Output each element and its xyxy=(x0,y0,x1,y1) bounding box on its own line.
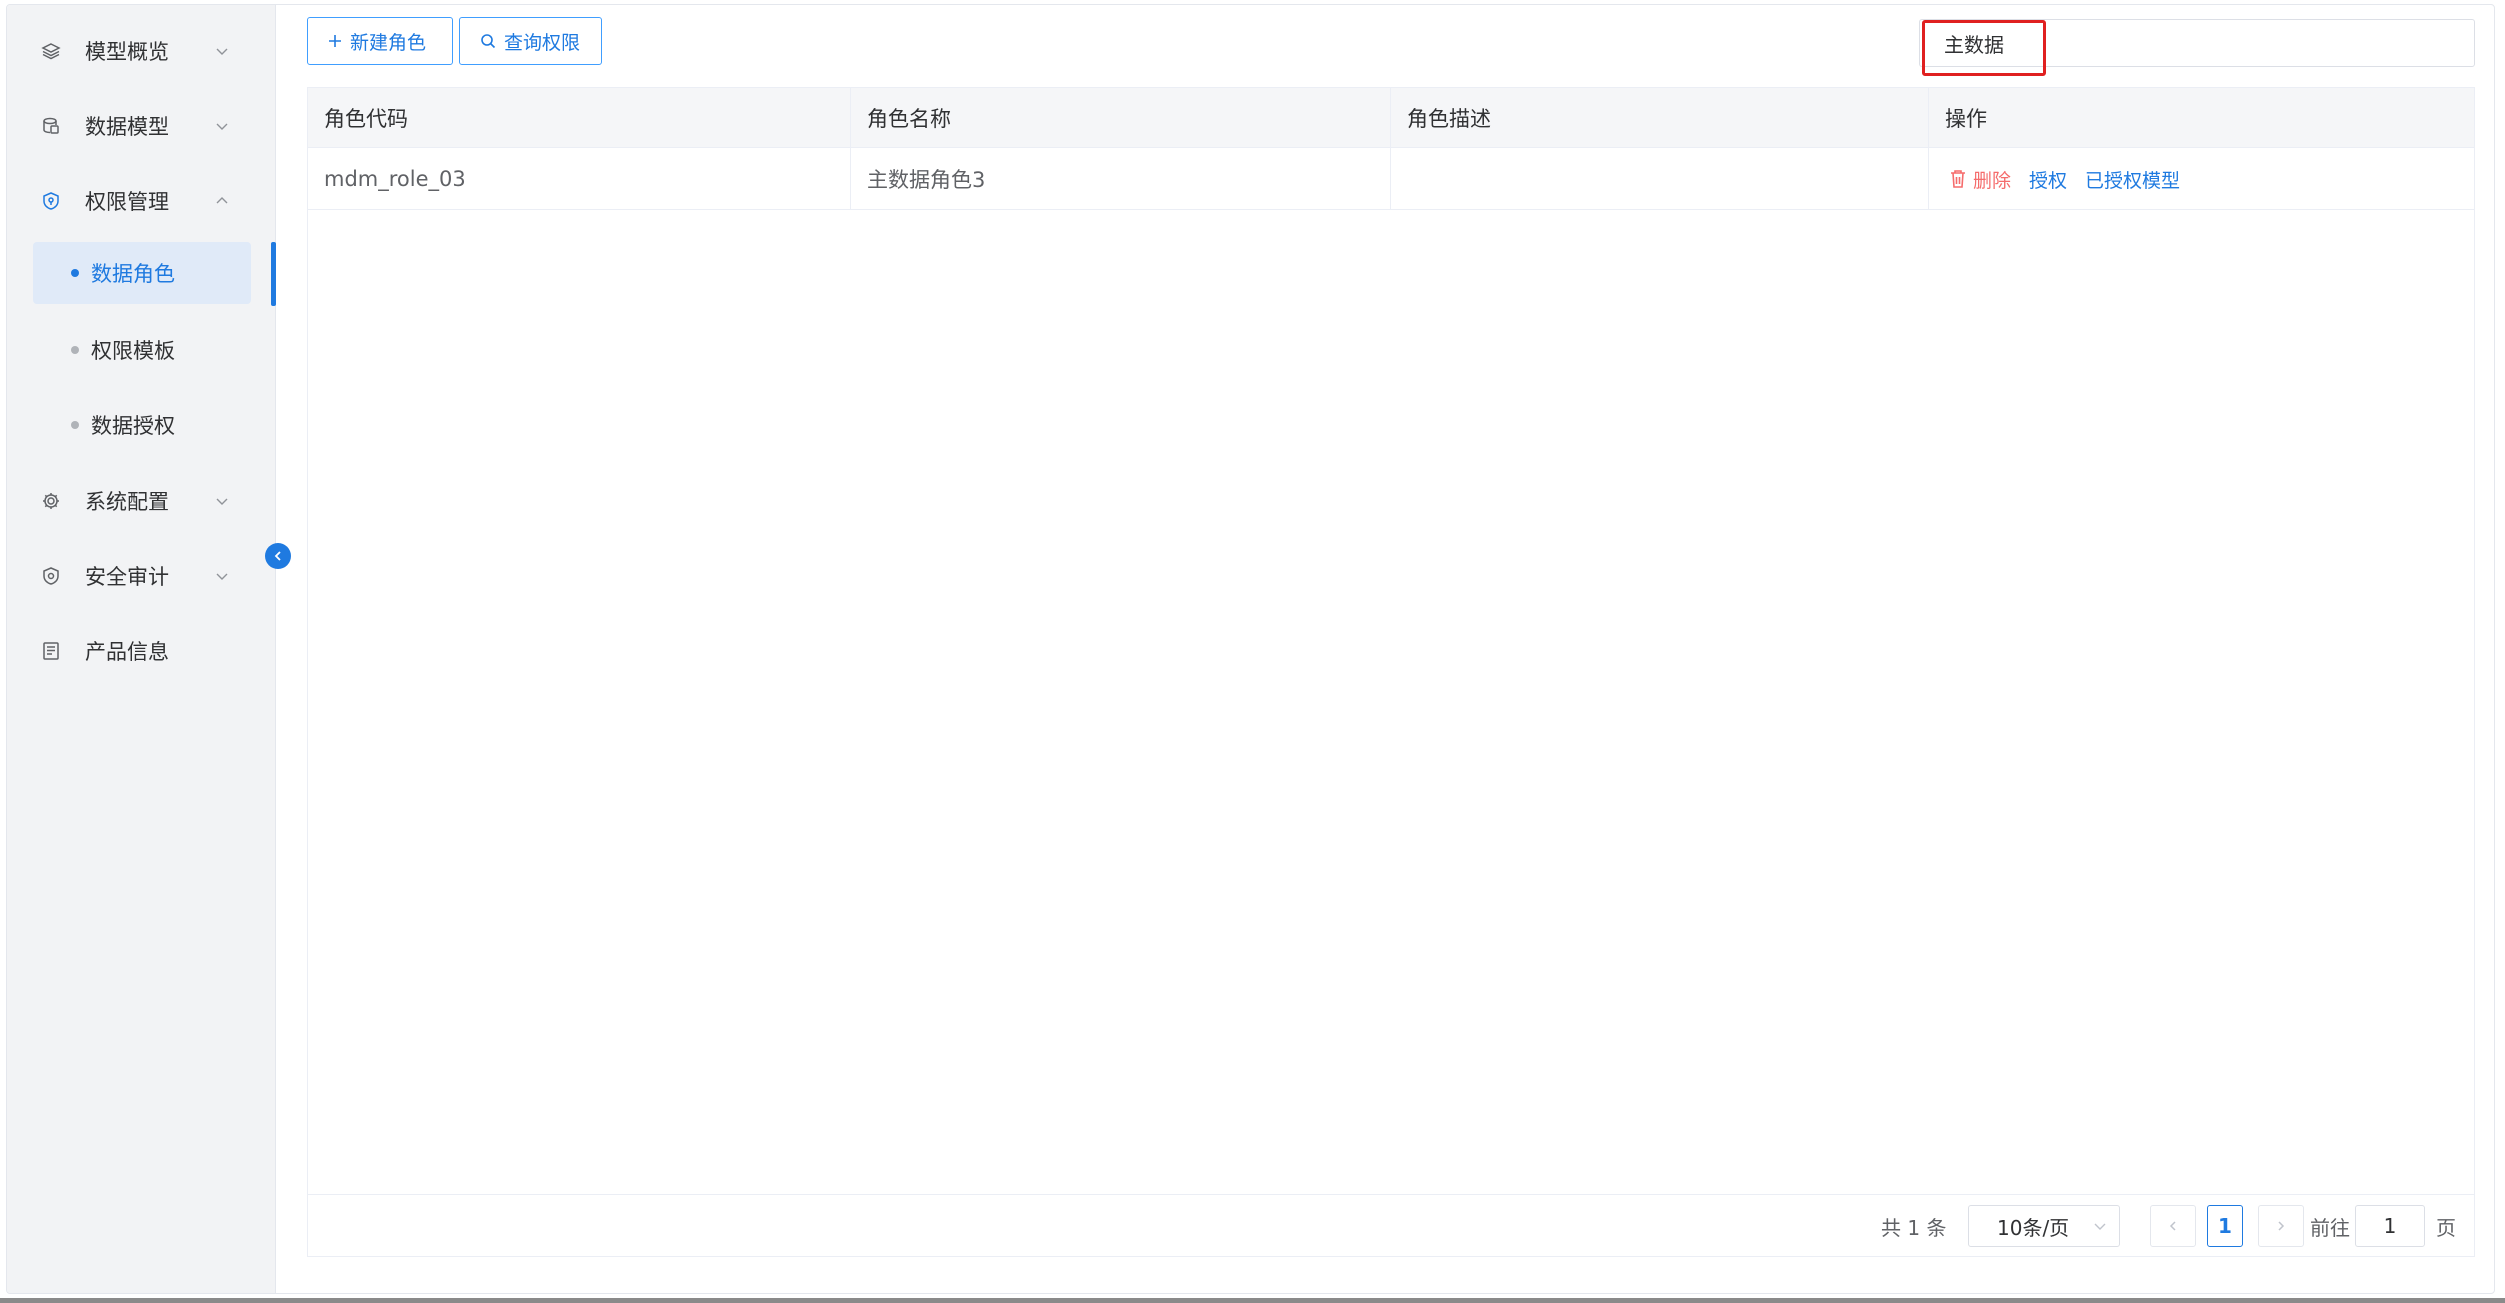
menu-item-product-info[interactable]: 产品信息 xyxy=(7,621,276,681)
menu-item-system-config[interactable]: 系统配置 xyxy=(7,471,276,531)
cell-actions: 删除 授权 已授权模型 xyxy=(1929,148,2476,210)
main-content: 新建角色 查询权限 角色代码 角色名称 角色描述 操作 mdm_role_03 … xyxy=(307,17,2475,1257)
query-permission-button[interactable]: 查询权限 xyxy=(459,17,602,65)
query-permission-label: 查询权限 xyxy=(504,31,581,54)
menu-item-data-model[interactable]: 数据模型 xyxy=(7,96,276,156)
chevron-down-icon xyxy=(213,42,231,60)
menu-item-permission-management[interactable]: 权限管理 xyxy=(7,171,276,231)
document-icon xyxy=(39,639,63,663)
authorized-models-link[interactable]: 已授权模型 xyxy=(2085,166,2180,193)
menu-label: 产品信息 xyxy=(85,640,169,664)
active-indicator xyxy=(271,242,276,306)
submenu-item-data-authorization[interactable]: 数据授权 xyxy=(33,394,251,456)
pagination: 共 1 条 10条/页 1 前往 页 xyxy=(308,1194,2474,1256)
menu-label: 权限管理 xyxy=(85,190,169,214)
shield-icon xyxy=(39,189,63,213)
delete-button[interactable]: 删除 xyxy=(1949,166,2011,193)
gear-icon xyxy=(39,489,63,513)
role-table: 角色代码 角色名称 角色描述 操作 mdm_role_03 主数据角色3 删除 … xyxy=(307,87,2475,1257)
next-page-button[interactable] xyxy=(2258,1205,2304,1247)
submenu-label: 数据授权 xyxy=(91,414,175,438)
chevron-left-icon xyxy=(2169,1221,2176,1231)
chevron-left-icon xyxy=(274,551,281,561)
table-row: mdm_role_03 主数据角色3 删除 授权 已授权模型 xyxy=(308,148,2474,210)
window-bottom-edge xyxy=(0,1298,2505,1303)
bullet-icon xyxy=(71,269,79,277)
authorize-link[interactable]: 授权 xyxy=(2029,166,2067,193)
submenu-item-data-role[interactable]: 数据角色 xyxy=(33,242,251,304)
cell-role-code: mdm_role_03 xyxy=(308,148,851,210)
audit-shield-icon xyxy=(39,564,63,588)
menu-label: 模型概览 xyxy=(85,40,169,64)
table-header: 角色代码 角色名称 角色描述 操作 xyxy=(308,88,2474,148)
cell-role-name: 主数据角色3 xyxy=(851,148,1391,210)
chevron-down-icon xyxy=(213,567,231,585)
chevron-down-icon xyxy=(2093,1214,2107,1238)
plus-icon xyxy=(329,35,341,47)
bullet-icon xyxy=(71,346,79,354)
chevron-right-icon xyxy=(2278,1221,2285,1231)
chevron-down-icon xyxy=(213,117,231,135)
layers-icon xyxy=(39,39,63,63)
trash-icon xyxy=(1951,170,1965,188)
goto-suffix: 页 xyxy=(2436,1215,2456,1240)
submenu-label: 数据角色 xyxy=(91,262,175,286)
menu-label: 数据模型 xyxy=(85,115,169,139)
menu-label: 安全审计 xyxy=(85,565,169,589)
delete-label: 删除 xyxy=(1973,169,2012,192)
database-icon xyxy=(39,114,63,138)
new-role-button[interactable]: 新建角色 xyxy=(307,17,453,65)
prev-page-button[interactable] xyxy=(2150,1205,2196,1247)
search-box xyxy=(1919,19,2475,67)
bullet-icon xyxy=(71,421,79,429)
chevron-down-icon xyxy=(213,492,231,510)
menu-item-security-audit[interactable]: 安全审计 xyxy=(7,546,276,606)
menu-item-model-overview[interactable]: 模型概览 xyxy=(7,21,276,81)
app-frame: 模型概览 数据模型 权限管理 数据角色 权限模板 数据授权 系统配置 安全审计 … xyxy=(6,4,2495,1294)
menu-label: 系统配置 xyxy=(85,490,169,514)
cell-role-description xyxy=(1391,148,1929,210)
goto-prefix: 前往 xyxy=(2310,1215,2350,1240)
column-header-role-code: 角色代码 xyxy=(308,88,851,148)
submenu-label: 权限模板 xyxy=(91,339,175,363)
new-role-label: 新建角色 xyxy=(350,31,427,54)
pagination-total: 共 1 条 xyxy=(1881,1215,1947,1240)
chevron-up-icon xyxy=(213,192,231,210)
column-header-role-name: 角色名称 xyxy=(851,88,1391,148)
column-header-actions: 操作 xyxy=(1945,107,1987,131)
sidebar: 模型概览 数据模型 权限管理 数据角色 权限模板 数据授权 系统配置 安全审计 … xyxy=(7,5,276,1293)
submenu-item-permission-template[interactable]: 权限模板 xyxy=(33,319,251,381)
page-size-value: 10条/页 xyxy=(1997,1215,2070,1240)
page-number-1[interactable]: 1 xyxy=(2207,1205,2243,1247)
column-header-role-description: 角色描述 xyxy=(1391,88,1929,148)
search-input[interactable] xyxy=(1920,20,2474,66)
search-icon xyxy=(481,34,496,49)
page-size-select[interactable]: 10条/页 xyxy=(1968,1205,2120,1247)
goto-page-input[interactable] xyxy=(2355,1205,2425,1247)
collapse-sidebar-button[interactable] xyxy=(265,543,291,569)
